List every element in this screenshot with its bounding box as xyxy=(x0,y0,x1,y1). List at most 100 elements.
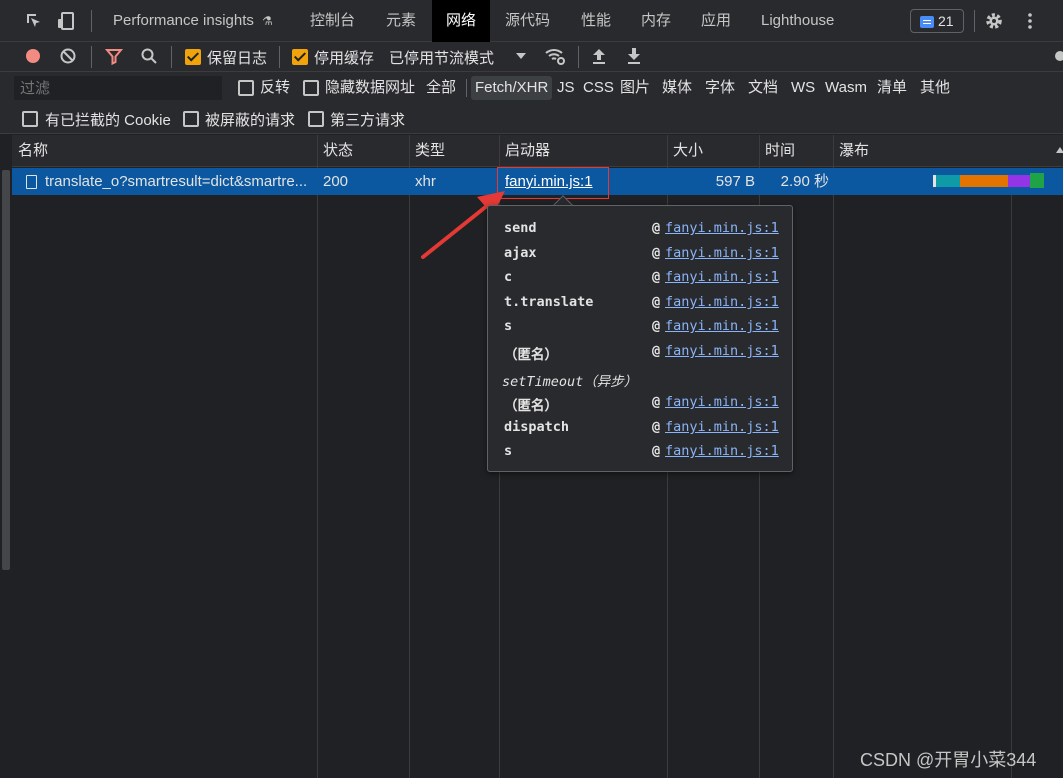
column-header-waterfall[interactable]: 瀑布 xyxy=(833,135,869,167)
third-party-checkbox[interactable] xyxy=(308,111,324,127)
type-filter-fetch-xhr[interactable]: Fetch/XHR xyxy=(471,76,553,100)
blocked-requests-label: 被屏蔽的请求 xyxy=(205,112,296,129)
message-icon xyxy=(920,16,934,28)
column-header-type[interactable]: 类型 xyxy=(409,135,445,167)
clear-icon[interactable] xyxy=(59,47,77,65)
blocked-requests-checkbox[interactable] xyxy=(183,111,199,127)
type-filter-doc[interactable]: 文档 xyxy=(748,76,778,100)
filter-icon[interactable] xyxy=(105,47,123,65)
waterfall-waiting-bar xyxy=(1008,175,1030,187)
invert-checkbox[interactable] xyxy=(238,80,254,96)
type-filter-ws[interactable]: WS xyxy=(791,76,815,100)
inspect-element-icon[interactable] xyxy=(24,11,44,31)
frame-source-link[interactable]: fanyi.min.js:1 xyxy=(665,443,779,459)
document-icon xyxy=(26,175,37,189)
scrollbar-thumb[interactable] xyxy=(2,170,10,570)
filter-input[interactable] xyxy=(14,76,222,100)
frame-function: （匿名） xyxy=(504,347,558,363)
waterfall-download-bar xyxy=(1030,173,1044,188)
tab-performance-insights[interactable]: Performance insights ⚗ xyxy=(113,0,273,42)
frame-at: @ xyxy=(652,294,661,310)
throttle-select[interactable]: 已停用节流模式 xyxy=(389,47,494,68)
frame-source-link[interactable]: fanyi.min.js:1 xyxy=(665,294,779,310)
frame-function: dispatch xyxy=(504,419,570,435)
more-vertical-icon[interactable] xyxy=(1020,11,1040,31)
disable-cache-checkbox[interactable] xyxy=(292,49,308,65)
column-header-name[interactable]: 名称 xyxy=(12,135,48,167)
tab-memory[interactable]: 内存 xyxy=(641,0,671,42)
column-header-size[interactable]: 大小 xyxy=(667,135,703,167)
waterfall-gridline xyxy=(1011,168,1012,778)
network-conditions-icon[interactable] xyxy=(544,46,566,66)
type-filter-other[interactable]: 其他 xyxy=(920,76,950,100)
async-boundary-label: setTimeout（异步） xyxy=(502,374,638,390)
disable-cache-label: 停用缓存 xyxy=(314,50,375,67)
type-filter-font[interactable]: 字体 xyxy=(705,76,735,100)
type-filter-css[interactable]: CSS xyxy=(583,76,614,100)
hide-data-urls-checkbox[interactable] xyxy=(303,80,319,96)
tab-network[interactable]: 网络 xyxy=(432,0,491,42)
tab-elements[interactable]: 元素 xyxy=(386,0,416,42)
divider xyxy=(974,10,975,32)
blocked-cookies-checkbox[interactable] xyxy=(22,111,38,127)
divider xyxy=(279,46,280,68)
frame-at: @ xyxy=(652,318,661,334)
frame-at: @ xyxy=(652,269,661,285)
type-filter-manifest[interactable]: 清单 xyxy=(877,76,907,100)
gear-icon[interactable] xyxy=(984,11,1004,31)
frame-source-link[interactable]: fanyi.min.js:1 xyxy=(665,245,779,261)
frame-function: s xyxy=(504,318,513,334)
search-icon[interactable] xyxy=(140,47,158,65)
column-header-status[interactable]: 状态 xyxy=(317,135,353,167)
download-icon[interactable] xyxy=(626,46,642,66)
column-header-initiator[interactable]: 启动器 xyxy=(499,135,550,167)
divider xyxy=(171,46,172,68)
frame-function: ajax xyxy=(504,245,537,261)
frame-at: @ xyxy=(652,419,661,435)
issues-badge[interactable]: 21 xyxy=(910,9,964,33)
tab-lighthouse[interactable]: Lighthouse xyxy=(761,0,834,42)
network-settings-gear-icon[interactable] xyxy=(1050,46,1063,66)
preserve-log-label: 保留日志 xyxy=(207,50,268,67)
tab-sources[interactable]: 源代码 xyxy=(505,0,550,42)
column-divider xyxy=(317,135,318,778)
tab-application[interactable]: 应用 xyxy=(701,0,731,42)
divider xyxy=(578,46,579,68)
type-filter-wasm[interactable]: Wasm xyxy=(825,76,867,100)
frame-function: （匿名） xyxy=(504,398,558,414)
tab-console[interactable]: 控制台 xyxy=(310,0,355,42)
preserve-log-checkbox[interactable] xyxy=(185,49,201,65)
tab-performance[interactable]: 性能 xyxy=(581,0,611,42)
frame-source-link[interactable]: fanyi.min.js:1 xyxy=(665,318,779,334)
frame-function: s xyxy=(504,443,513,459)
frame-source-link[interactable]: fanyi.min.js:1 xyxy=(665,220,779,236)
type-filter-js[interactable]: JS xyxy=(557,76,575,100)
frame-at: @ xyxy=(652,245,661,261)
device-toolbar-icon[interactable] xyxy=(56,11,76,31)
sort-up-icon xyxy=(1056,147,1063,153)
upload-icon[interactable] xyxy=(591,46,607,66)
frame-function: t.translate xyxy=(504,294,594,310)
column-divider xyxy=(409,135,410,778)
frame-at: @ xyxy=(652,443,661,459)
filter-bar: 反转 隐藏数据网址 全部 Fetch/XHR JS CSS 图片 媒体 字体 文… xyxy=(0,72,1063,104)
tab-label: Performance insights xyxy=(113,12,254,29)
filter-options-row: 有已拦截的 Cookie 被屏蔽的请求 第三方请求 xyxy=(0,104,1063,134)
frame-source-link[interactable]: fanyi.min.js:1 xyxy=(665,269,779,285)
type-filter-all[interactable]: 全部 xyxy=(426,76,456,100)
frame-function: send xyxy=(504,220,537,236)
type-filter-img[interactable]: 图片 xyxy=(620,76,650,100)
type-filter-media[interactable]: 媒体 xyxy=(662,76,692,100)
frame-source-link[interactable]: fanyi.min.js:1 xyxy=(665,419,779,435)
request-name[interactable]: translate_o?smartresult=dict&smartre... xyxy=(45,168,315,195)
waterfall-connect-bar xyxy=(936,175,960,187)
left-edge xyxy=(0,42,12,778)
frame-at: @ xyxy=(652,394,661,410)
chevron-down-icon[interactable] xyxy=(515,51,527,61)
blocked-cookies-label: 有已拦截的 Cookie xyxy=(45,112,171,129)
frame-source-link[interactable]: fanyi.min.js:1 xyxy=(665,343,779,359)
frame-source-link[interactable]: fanyi.min.js:1 xyxy=(665,394,779,410)
flask-icon: ⚗ xyxy=(262,14,273,28)
column-header-time[interactable]: 时间 xyxy=(759,135,795,167)
record-stop-icon[interactable] xyxy=(24,47,42,65)
